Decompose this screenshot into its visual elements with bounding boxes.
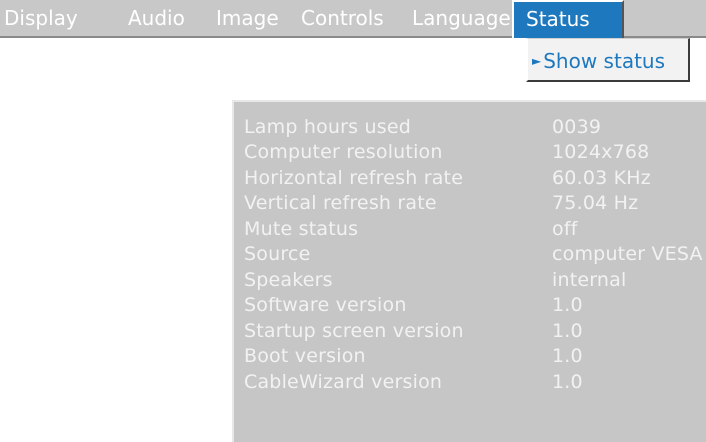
- status-row: CableWizard version 1.0: [244, 369, 703, 395]
- status-submenu: ► Show status: [526, 38, 690, 82]
- status-value: 1.0: [552, 294, 583, 317]
- status-row: Startup screen version 1.0: [244, 318, 703, 344]
- menu-bar: Display Audio Image Controls Language St…: [0, 0, 706, 38]
- status-label: Mute status: [244, 217, 359, 240]
- status-row: Boot version 1.0: [244, 344, 703, 370]
- status-panel: Lamp hours used 0039 Computer resolution…: [232, 100, 706, 442]
- status-table: Lamp hours used 0039 Computer resolution…: [244, 114, 703, 395]
- status-row: Horizontal refresh rate 60.03 KHz: [244, 165, 703, 191]
- status-row: Software version 1.0: [244, 293, 703, 319]
- menu-display[interactable]: Display: [4, 0, 78, 36]
- menu-status[interactable]: Status: [512, 0, 624, 38]
- status-label: Vertical refresh rate: [244, 192, 437, 215]
- status-row: Source computer VESA: [244, 242, 703, 268]
- status-row: Lamp hours used 0039: [244, 114, 703, 140]
- status-value: 1024x768: [552, 141, 650, 164]
- status-row: Vertical refresh rate 75.04 Hz: [244, 191, 703, 217]
- show-status-label: Show status: [543, 49, 666, 73]
- status-value: off: [552, 217, 578, 240]
- status-label: Computer resolution: [244, 141, 443, 164]
- status-value: 1.0: [552, 370, 583, 393]
- status-row: Computer resolution 1024x768: [244, 140, 703, 166]
- menu-language[interactable]: Language: [412, 0, 511, 36]
- show-status-menu-item[interactable]: ► Show status: [532, 39, 665, 79]
- status-row: Mute status off: [244, 216, 703, 242]
- status-label: Source: [244, 243, 311, 266]
- status-label: Startup screen version: [244, 319, 464, 342]
- status-label: Software version: [244, 294, 407, 317]
- menu-audio[interactable]: Audio: [128, 0, 185, 36]
- status-value: 75.04 Hz: [552, 192, 639, 215]
- status-label: Lamp hours used: [244, 115, 411, 138]
- status-value: internal: [552, 268, 627, 291]
- status-value: 60.03 KHz: [552, 166, 651, 189]
- status-label: Speakers: [244, 268, 333, 291]
- status-value: computer VESA: [552, 243, 703, 266]
- status-value: 0039: [552, 115, 602, 138]
- status-label: Boot version: [244, 345, 366, 368]
- status-value: 1.0: [552, 319, 583, 342]
- status-value: 1.0: [552, 345, 583, 368]
- status-label: CableWizard version: [244, 370, 443, 393]
- menu-controls[interactable]: Controls: [301, 0, 384, 36]
- triangle-right-icon: ►: [532, 54, 542, 68]
- menu-image[interactable]: Image: [216, 0, 279, 36]
- status-label: Horizontal refresh rate: [244, 166, 464, 189]
- status-row: Speakers internal: [244, 267, 703, 293]
